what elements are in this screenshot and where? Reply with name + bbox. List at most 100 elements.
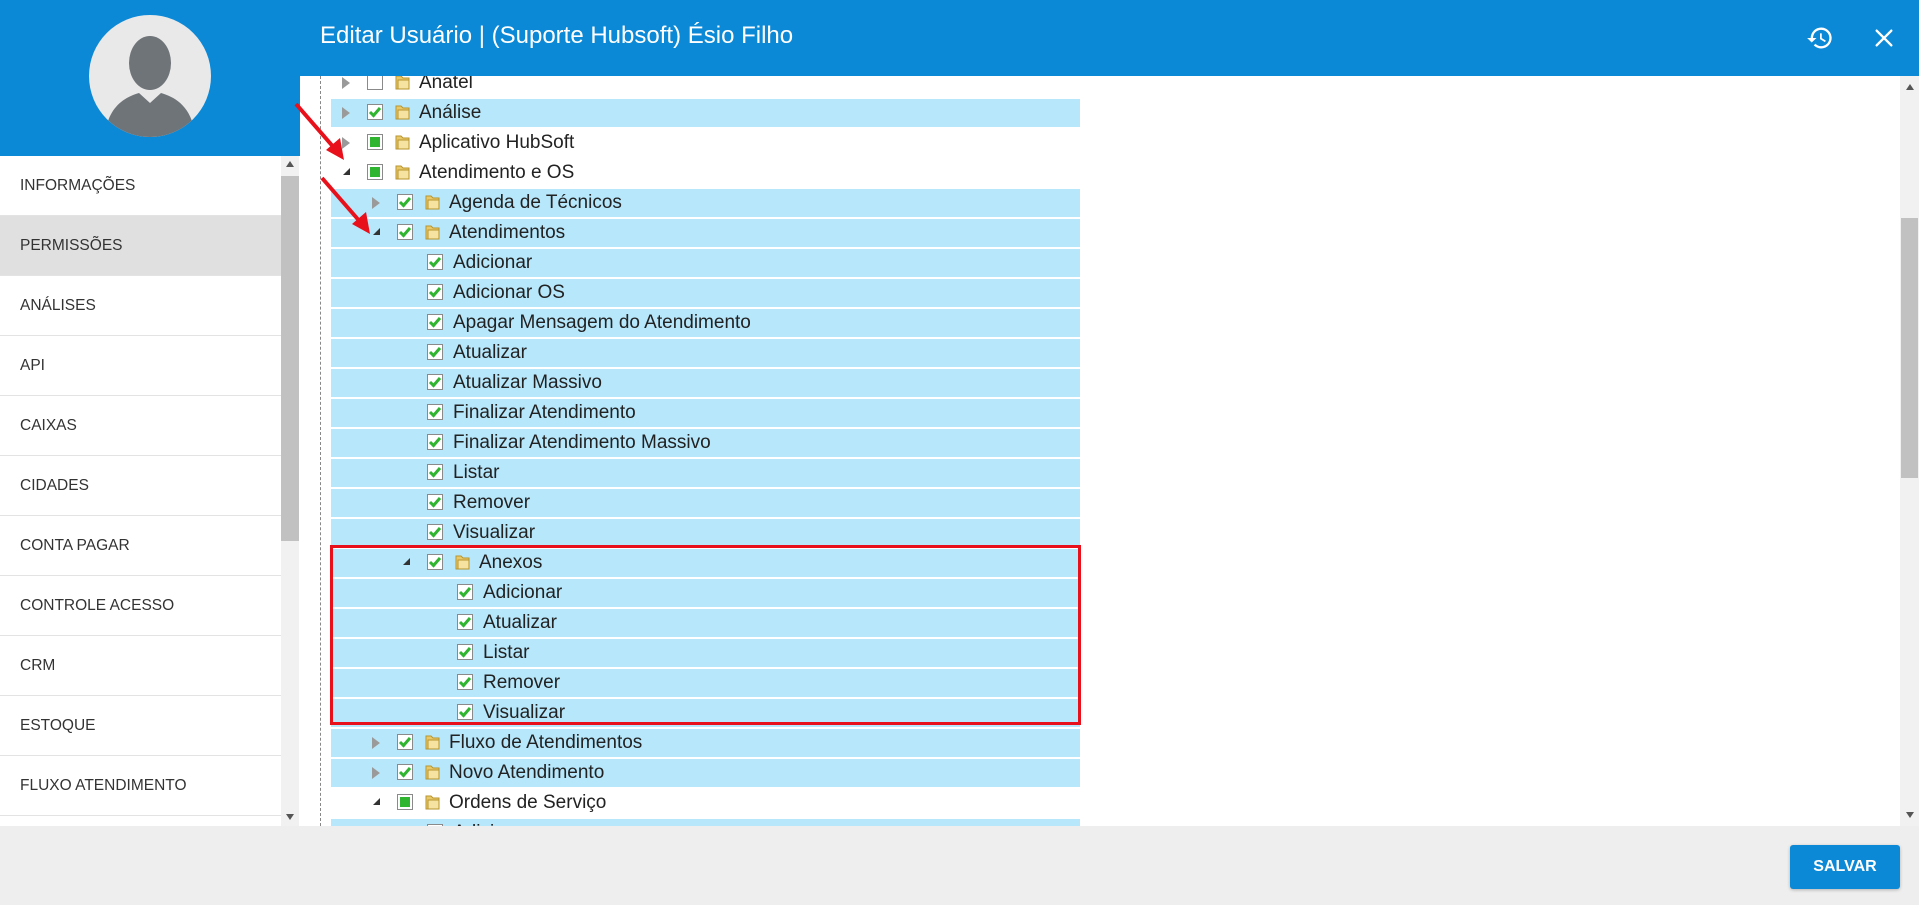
- expand-triangle-icon[interactable]: [373, 228, 380, 235]
- permission-checkbox[interactable]: [427, 494, 443, 510]
- sidebar-item[interactable]: ANÁLISES: [0, 276, 281, 336]
- tree-node-label[interactable]: Atualizar: [483, 612, 557, 634]
- permission-checkbox[interactable]: [427, 374, 443, 390]
- tree-node-label[interactable]: Listar: [453, 462, 499, 484]
- tree-node-label[interactable]: Atualizar: [453, 342, 527, 364]
- tree-node[interactable]: Anatel: [331, 76, 1080, 97]
- permission-checkbox[interactable]: [427, 254, 443, 270]
- sidebar-scrollbar[interactable]: [281, 156, 299, 826]
- tree-node[interactable]: Listar: [331, 459, 1080, 487]
- tree-node-label[interactable]: Finalizar Atendimento: [453, 402, 636, 424]
- permission-checkbox[interactable]: [457, 584, 473, 600]
- permission-checkbox[interactable]: [397, 194, 413, 210]
- tree-node[interactable]: Remover: [331, 489, 1080, 517]
- collapse-triangle-icon[interactable]: [342, 137, 350, 149]
- tree-node[interactable]: Anexos: [331, 549, 1080, 577]
- permission-checkbox[interactable]: [457, 614, 473, 630]
- tree-node-label[interactable]: Novo Atendimento: [449, 762, 604, 784]
- expand-triangle-icon[interactable]: [373, 798, 380, 805]
- sidebar-item[interactable]: CIDADES: [0, 456, 281, 516]
- sidebar-item[interactable]: CAIXAS: [0, 396, 281, 456]
- tree-node[interactable]: Atualizar: [331, 339, 1080, 367]
- tree-node-label[interactable]: Atendimento e OS: [419, 162, 574, 184]
- tree-node-label[interactable]: Adicionar: [453, 252, 532, 274]
- sidebar-item[interactable]: INFORMAÇÕES: [0, 156, 281, 216]
- permission-checkbox[interactable]: [457, 704, 473, 720]
- tree-node[interactable]: Adicionar OS: [331, 279, 1080, 307]
- tree-node[interactable]: Visualizar: [331, 699, 1080, 727]
- permission-checkbox[interactable]: [367, 164, 383, 180]
- tree-node[interactable]: Agenda de Técnicos: [331, 189, 1080, 217]
- permission-checkbox[interactable]: [457, 644, 473, 660]
- tree-node[interactable]: Atendimento e OS: [331, 159, 1080, 187]
- tree-node[interactable]: Apagar Mensagem do Atendimento: [331, 309, 1080, 337]
- tree-node[interactable]: Adicionar: [331, 819, 1080, 826]
- tree-node-label[interactable]: Anexos: [479, 552, 542, 574]
- tree-node-label[interactable]: Remover: [483, 672, 560, 694]
- tree-node[interactable]: Atualizar Massivo: [331, 369, 1080, 397]
- tree-node[interactable]: Atualizar: [331, 609, 1080, 637]
- permission-checkbox[interactable]: [367, 76, 383, 90]
- scroll-down-icon[interactable]: [1906, 812, 1914, 818]
- tree-node-label[interactable]: Atendimentos: [449, 222, 565, 244]
- collapse-triangle-icon[interactable]: [342, 77, 350, 89]
- permission-checkbox[interactable]: [427, 404, 443, 420]
- permission-checkbox[interactable]: [397, 764, 413, 780]
- tree-node[interactable]: Adicionar: [331, 249, 1080, 277]
- permission-checkbox[interactable]: [427, 284, 443, 300]
- tree-node[interactable]: Fluxo de Atendimentos: [331, 729, 1080, 757]
- collapse-triangle-icon[interactable]: [342, 107, 350, 119]
- permission-checkbox[interactable]: [427, 314, 443, 330]
- close-button[interactable]: [1864, 18, 1904, 58]
- tree-node-label[interactable]: Anatel: [419, 76, 473, 94]
- sidebar-item[interactable]: PERMISSÕES: [0, 216, 281, 276]
- tree-node[interactable]: Visualizar: [331, 519, 1080, 547]
- tree-node[interactable]: Atendimentos: [331, 219, 1080, 247]
- sidebar-item[interactable]: CONTROLE ACESSO: [0, 576, 281, 636]
- collapse-triangle-icon[interactable]: [372, 767, 380, 779]
- sidebar-scroll-thumb[interactable]: [281, 176, 299, 541]
- tree-node-label[interactable]: Remover: [453, 492, 530, 514]
- permission-checkbox[interactable]: [397, 224, 413, 240]
- permission-checkbox[interactable]: [397, 734, 413, 750]
- collapse-triangle-icon[interactable]: [372, 197, 380, 209]
- scroll-up-icon[interactable]: [1906, 84, 1914, 90]
- permission-checkbox[interactable]: [427, 524, 443, 540]
- tree-node-label[interactable]: Ordens de Serviço: [449, 792, 606, 814]
- sidebar-item[interactable]: API: [0, 336, 281, 396]
- tree-node[interactable]: Novo Atendimento: [331, 759, 1080, 787]
- content-scrollbar[interactable]: [1900, 76, 1919, 826]
- permission-checkbox[interactable]: [457, 674, 473, 690]
- tree-node-label[interactable]: Fluxo de Atendimentos: [449, 732, 642, 754]
- tree-node-label[interactable]: Adicionar: [483, 582, 562, 604]
- permission-checkbox[interactable]: [367, 104, 383, 120]
- tree-node-label[interactable]: Visualizar: [483, 702, 565, 724]
- tree-node-label[interactable]: Adicionar OS: [453, 282, 565, 304]
- tree-node-label[interactable]: Agenda de Técnicos: [449, 192, 622, 214]
- tree-node[interactable]: Análise: [331, 99, 1080, 127]
- content-scroll-thumb[interactable]: [1901, 218, 1918, 478]
- tree-node-label[interactable]: Listar: [483, 642, 529, 664]
- scroll-down-icon[interactable]: [286, 814, 294, 820]
- scroll-up-icon[interactable]: [286, 161, 294, 167]
- tree-node[interactable]: Adicionar: [331, 579, 1080, 607]
- expand-triangle-icon[interactable]: [343, 168, 350, 175]
- history-button[interactable]: [1800, 18, 1840, 58]
- permission-checkbox[interactable]: [367, 134, 383, 150]
- sidebar-item[interactable]: CRM: [0, 636, 281, 696]
- permission-checkbox[interactable]: [397, 794, 413, 810]
- permission-checkbox[interactable]: [427, 344, 443, 360]
- tree-node-label[interactable]: Análise: [419, 102, 481, 124]
- sidebar-item[interactable]: CONTA PAGAR: [0, 516, 281, 576]
- permission-checkbox[interactable]: [427, 434, 443, 450]
- tree-node[interactable]: Listar: [331, 639, 1080, 667]
- tree-node-label[interactable]: Aplicativo HubSoft: [419, 132, 574, 154]
- tree-node-label[interactable]: Finalizar Atendimento Massivo: [453, 432, 711, 454]
- collapse-triangle-icon[interactable]: [372, 737, 380, 749]
- expand-triangle-icon[interactable]: [403, 558, 410, 565]
- tree-node[interactable]: Finalizar Atendimento Massivo: [331, 429, 1080, 457]
- save-button[interactable]: SALVAR: [1790, 845, 1900, 889]
- tree-node[interactable]: Finalizar Atendimento: [331, 399, 1080, 427]
- tree-node-label[interactable]: Visualizar: [453, 522, 535, 544]
- tree-node-label[interactable]: Apagar Mensagem do Atendimento: [453, 312, 751, 334]
